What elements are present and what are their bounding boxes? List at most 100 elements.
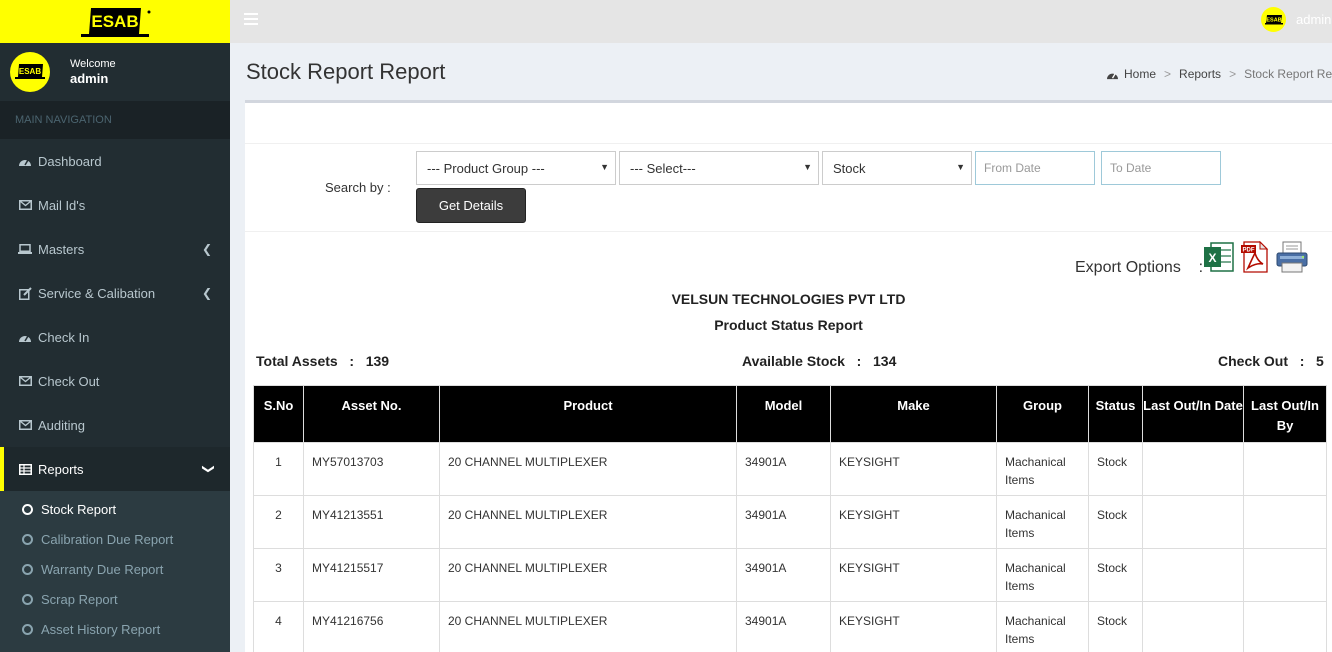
table-cell: Stock <box>1088 601 1143 652</box>
dashboard-icon <box>1106 69 1119 80</box>
excel-icon[interactable]: X <box>1203 241 1235 273</box>
report-title: Product Status Report <box>714 317 863 333</box>
table-cell: Stock <box>1088 442 1143 496</box>
product-group-value: --- Product Group --- <box>427 160 545 176</box>
sidebar-item-masters[interactable]: Masters ❮ <box>0 227 230 271</box>
column-header[interactable]: Model <box>736 385 831 443</box>
table-cell: Machanical Items <box>996 601 1089 652</box>
print-icon[interactable] <box>1275 241 1309 273</box>
user-menu[interactable]: ESAB admin <box>1261 7 1331 32</box>
submenu-item-label: Warranty Due Report <box>41 561 164 577</box>
page-title: Stock Report Report <box>246 59 446 84</box>
table-row: 1 MY57013703 20 CHANNEL MULTIPLEXER 3490… <box>253 442 1327 496</box>
status-select[interactable]: Stock ▼ <box>822 151 972 185</box>
table-cell <box>1142 495 1244 549</box>
sidebar-item-check-out[interactable]: Check Out <box>0 359 230 403</box>
submenu-item-asset-history-report[interactable]: Asset History Report <box>0 614 230 644</box>
column-header[interactable]: Group <box>996 385 1089 443</box>
avatar: ESAB <box>10 52 50 92</box>
chevron-down-icon: ❮ <box>199 463 214 475</box>
table-cell: KEYSIGHT <box>830 548 997 602</box>
envelope-icon <box>18 198 32 212</box>
content-header: Stock Report Report Home > Reports > Sto… <box>230 43 1332 100</box>
sidebar-item-label: Check Out <box>38 373 100 389</box>
sidebar-item-label: Mail Id's <box>38 197 86 213</box>
caret-down-icon: ▼ <box>956 162 965 172</box>
dashboard-icon <box>18 154 32 168</box>
sidebar-item-auditing[interactable]: Auditing <box>0 403 230 447</box>
table-cell: 34901A <box>736 601 831 652</box>
check-out-summary: Check Out : 5 <box>1218 353 1324 369</box>
company-name: VELSUN TECHNOLOGIES PVT LTD <box>671 291 906 307</box>
available-stock-summary: Available Stock : 134 <box>742 353 897 369</box>
sidebar: ESAB ESAB Welcome admin MAIN NAVIGATION … <box>0 0 230 652</box>
caret-down-icon: ▼ <box>803 162 812 172</box>
sidebar-item-dashboard[interactable]: Dashboard <box>0 139 230 183</box>
submenu-item-warranty-due-report[interactable]: Warranty Due Report <box>0 554 230 584</box>
sidebar-item-service-calibation[interactable]: Service & Calibation ❮ <box>0 271 230 315</box>
brand-logo[interactable]: ESAB <box>0 0 230 43</box>
column-header[interactable]: S.No <box>253 385 304 443</box>
to-date-input[interactable]: To Date <box>1101 151 1221 185</box>
from-date-placeholder: From Date <box>984 161 1041 175</box>
breadcrumb-home[interactable]: Home <box>1124 67 1156 81</box>
get-details-button[interactable]: Get Details <box>416 188 526 223</box>
caret-down-icon: ▼ <box>600 162 609 172</box>
breadcrumb-current: Stock Report Report <box>1244 67 1332 81</box>
submenu-item-calibration-due-report[interactable]: Calibration Due Report <box>0 524 230 554</box>
table-row: 3 MY41215517 20 CHANNEL MULTIPLEXER 3490… <box>253 548 1327 602</box>
total-assets-summary: Total Assets : 139 <box>256 353 390 369</box>
submenu-item-stock-report[interactable]: Stock Report <box>0 494 230 524</box>
table-cell <box>1243 495 1327 549</box>
submenu-item-scrap-report[interactable]: Scrap Report <box>0 584 230 614</box>
submenu-item-more[interactable] <box>0 644 230 652</box>
svg-text:ESAB: ESAB <box>91 12 138 31</box>
table-icon <box>18 462 32 476</box>
sidebar-toggle-icon[interactable] <box>244 13 258 25</box>
table-cell <box>1243 442 1327 496</box>
column-header[interactable]: Status <box>1088 385 1143 443</box>
avatar: ESAB <box>1261 7 1286 32</box>
chevron-left-icon: ❮ <box>201 242 212 256</box>
table-cell: 2 <box>253 495 304 549</box>
from-date-input[interactable]: From Date <box>975 151 1095 185</box>
sidebar-item-reports[interactable]: Reports ❮ <box>0 447 230 491</box>
select-value: --- Select--- <box>630 160 696 176</box>
column-header[interactable]: Make <box>830 385 997 443</box>
sidebar-item-check-in[interactable]: Check In <box>0 315 230 359</box>
submenu-item-label: Asset History Report <box>41 621 161 637</box>
laptop-icon <box>18 242 32 256</box>
top-navbar: ESAB admin <box>230 0 1332 43</box>
table-cell: MY41215517 <box>303 548 440 602</box>
export-options-label: Export Options : <box>1075 259 1204 276</box>
select-dropdown[interactable]: --- Select--- ▼ <box>619 151 819 185</box>
table-cell: MY41216756 <box>303 601 440 652</box>
sidebar-item-mail-ids[interactable]: Mail Id's <box>0 183 230 227</box>
column-header[interactable]: Last Out/In Date <box>1142 385 1244 443</box>
product-group-select[interactable]: --- Product Group --- ▼ <box>416 151 616 185</box>
table-cell: KEYSIGHT <box>830 495 997 549</box>
table-cell <box>1142 548 1244 602</box>
dashboard-icon <box>18 330 32 344</box>
table-cell: MY41213551 <box>303 495 440 549</box>
sidebar-item-label: Dashboard <box>38 153 102 169</box>
chevron-left-icon: ❮ <box>201 286 212 300</box>
breadcrumb-reports[interactable]: Reports <box>1179 67 1221 81</box>
column-header[interactable]: Asset No. <box>303 385 440 443</box>
table-cell: 20 CHANNEL MULTIPLEXER <box>439 495 737 549</box>
table-cell <box>1142 442 1244 496</box>
pdf-icon[interactable]: PDF <box>1240 240 1272 273</box>
envelope-icon <box>18 374 32 388</box>
table-cell: Stock <box>1088 548 1143 602</box>
svg-text:ESAB: ESAB <box>19 67 41 76</box>
column-header[interactable]: Last Out/In By <box>1243 385 1327 443</box>
edit-icon <box>18 286 32 300</box>
svg-text:ESAB: ESAB <box>1266 17 1281 23</box>
table-cell: 20 CHANNEL MULTIPLEXER <box>439 548 737 602</box>
envelope-icon <box>18 418 32 432</box>
column-header[interactable]: Product <box>439 385 737 443</box>
circle-icon <box>22 533 33 545</box>
user-panel: ESAB Welcome admin <box>0 43 230 101</box>
table-cell: KEYSIGHT <box>830 442 997 496</box>
table-cell: 3 <box>253 548 304 602</box>
